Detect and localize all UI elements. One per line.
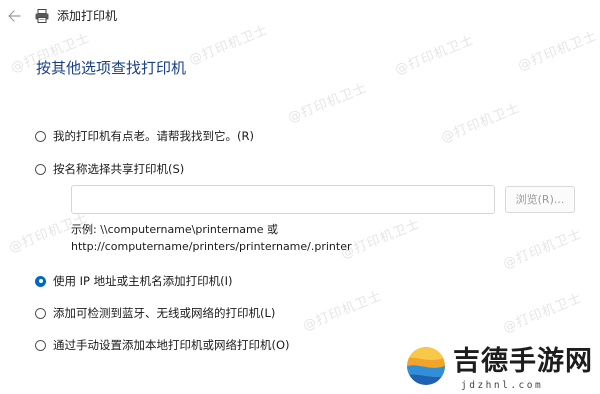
option-printer-is-older[interactable]: 我的打印机有点老。请帮我找到它。(R): [35, 127, 254, 145]
option-label: 通过手动设置添加本地打印机或网络打印机(O): [53, 338, 290, 352]
example-text-line1: 示例: \\computername\printername 或: [71, 223, 279, 236]
watermark: @打印机卫士: [500, 290, 585, 337]
option-label: 我的打印机有点老。请帮我找到它。(R): [53, 129, 254, 143]
watermark: @打印机卫士: [338, 216, 423, 263]
watermark: @打印机卫士: [392, 32, 477, 79]
radio-button[interactable]: [35, 163, 46, 175]
watermark: @打印机卫士: [500, 226, 585, 273]
radio-button[interactable]: [35, 339, 46, 351]
logo-name: 吉德手游网: [453, 346, 593, 377]
option-label: 按名称选择共享打印机(S): [53, 162, 185, 176]
printer-icon: [34, 8, 50, 24]
page-heading: 按其他选项查找打印机: [36, 59, 187, 77]
shared-printer-name-input[interactable]: [71, 185, 495, 214]
watermark: @打印机卫士: [285, 80, 370, 127]
option-add-bluetooth-wireless-network[interactable]: 添加可检测到蓝牙、无线或网络的打印机(L): [35, 304, 275, 322]
option-add-by-ip-or-hostname[interactable]: 使用 IP 地址或主机名添加打印机(I): [35, 272, 233, 290]
watermark: @打印机卫士: [300, 288, 385, 335]
watermark: @打印机卫士: [438, 100, 523, 147]
arrow-left-icon: [8, 10, 21, 22]
radio-button[interactable]: [35, 307, 46, 319]
window-title: 添加打印机: [57, 9, 118, 23]
option-label: 添加可检测到蓝牙、无线或网络的打印机(L): [53, 306, 276, 320]
radio-button[interactable]: [35, 130, 46, 142]
option-label: 使用 IP 地址或主机名添加打印机(I): [53, 274, 233, 288]
browse-button[interactable]: 浏览(R)...: [505, 186, 575, 213]
back-button[interactable]: [4, 6, 26, 26]
logo-ball-icon: [407, 347, 445, 385]
radio-button-selected[interactable]: [35, 275, 46, 287]
example-text-line2: http://computername/printers/printername…: [71, 240, 352, 253]
title-bar: 添加打印机: [0, 0, 600, 34]
logo-domain: jdzhnl.com: [461, 380, 544, 391]
option-manual-local-or-network[interactable]: 通过手动设置添加本地打印机或网络打印机(O): [35, 336, 290, 354]
site-logo: 吉德手游网 jdzhnl.com: [405, 345, 600, 394]
option-select-shared-printer[interactable]: 按名称选择共享打印机(S): [35, 160, 184, 178]
